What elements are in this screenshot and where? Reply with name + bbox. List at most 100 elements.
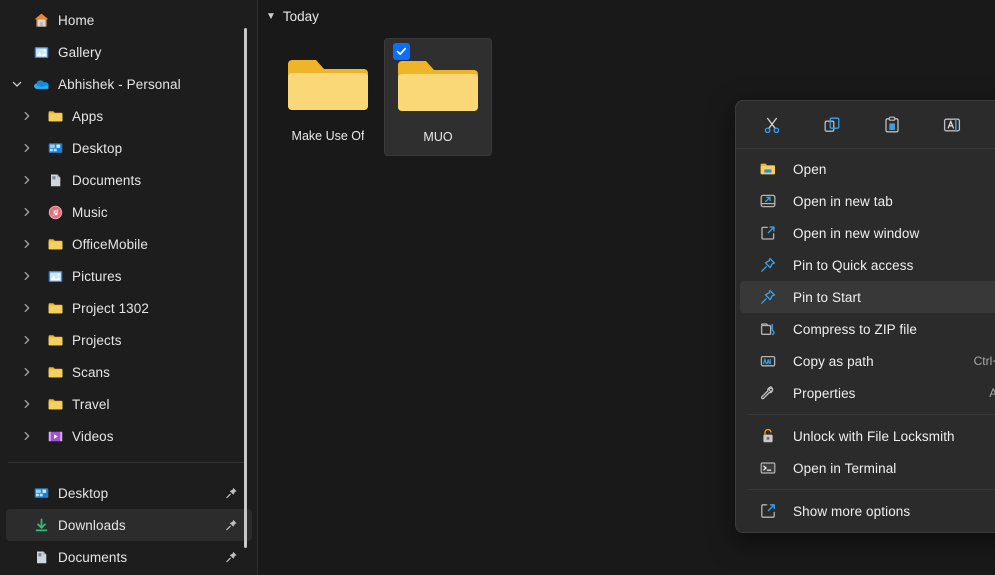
context-menu-separator xyxy=(748,414,995,415)
rename-button[interactable] xyxy=(932,108,972,142)
documents-icon xyxy=(42,172,68,189)
context-menu-item-label: Copy as path xyxy=(784,354,874,369)
chevron-right-icon[interactable] xyxy=(16,239,38,249)
context-menu-item-label: Open in new tab xyxy=(784,194,893,209)
context-menu-item-open[interactable]: OpenEnter xyxy=(740,153,995,185)
sidebar-item-desktop[interactable]: Desktop xyxy=(6,132,252,164)
folder-icon xyxy=(392,51,484,121)
desktop-icon xyxy=(42,140,68,157)
sidebar-item-label: Apps xyxy=(68,109,103,124)
sidebar-item-label: Projects xyxy=(68,333,122,348)
file-tile-label: MUO xyxy=(423,130,452,144)
context-menu-item-pin-to-quick-access[interactable]: Pin to Quick access xyxy=(740,249,995,281)
sidebar-item-documents[interactable]: Documents xyxy=(6,164,252,196)
sidebar-item-gallery[interactable]: Gallery xyxy=(6,36,252,68)
context-menu-item-compress-to-zip-file[interactable]: Compress to ZIP file xyxy=(740,313,995,345)
pin-icon[interactable] xyxy=(225,487,238,500)
chevron-right-icon[interactable] xyxy=(16,303,38,313)
chevron-right-icon[interactable] xyxy=(16,175,38,185)
sidebar-item-pictures[interactable]: Pictures xyxy=(6,260,252,292)
chevron-right-icon[interactable] xyxy=(16,367,38,377)
file-list-pane: ▼ Today Make Use Of MUO OpenEnter Open in … xyxy=(258,0,995,575)
sidebar-item-label: Documents xyxy=(68,173,141,188)
rename-icon xyxy=(942,115,962,135)
folder-icon xyxy=(42,108,68,125)
chevron-right-icon[interactable] xyxy=(16,271,38,281)
lock-icon xyxy=(752,427,784,445)
sidebar-item-apps[interactable]: Apps xyxy=(6,100,252,132)
context-menu-item-label: Open in Terminal xyxy=(784,461,896,476)
sidebar-pinned-item-label: Downloads xyxy=(54,518,126,533)
chevron-down-icon[interactable]: ▼ xyxy=(266,11,276,22)
chevron-right-icon[interactable] xyxy=(16,143,38,153)
file-tile[interactable]: MUO xyxy=(384,38,492,156)
sidebar-item-travel[interactable]: Travel xyxy=(6,388,252,420)
sidebar-item-label: OfficeMobile xyxy=(68,237,148,252)
chevron-right-icon[interactable] xyxy=(16,399,38,409)
context-menu-item-open-in-new-tab[interactable]: Open in new tab xyxy=(740,185,995,217)
sidebar-item-officemobile[interactable]: OfficeMobile xyxy=(6,228,252,260)
context-menu-items: OpenEnter Open in new tab Open in new wind… xyxy=(736,149,995,532)
folder-icon xyxy=(42,332,68,349)
sidebar-scrollbar-thumb[interactable] xyxy=(244,28,247,548)
home-icon xyxy=(28,12,54,29)
selection-checkbox[interactable] xyxy=(393,43,410,60)
new-window-icon xyxy=(752,224,784,242)
sidebar-item-abhishek-personal[interactable]: Abhishek - Personal xyxy=(6,68,252,100)
file-tile-label: Make Use Of xyxy=(292,129,365,143)
navigation-sidebar: Home Gallery Abhishek - Personal Apps Deskto… xyxy=(0,0,258,575)
sidebar-item-scans[interactable]: Scans xyxy=(6,356,252,388)
chevron-right-icon[interactable] xyxy=(16,335,38,345)
context-menu: OpenEnter Open in new tab Open in new wind… xyxy=(735,100,995,533)
context-menu-item-show-more-options[interactable]: Show more options xyxy=(740,495,995,527)
scissors-icon xyxy=(762,115,782,135)
context-menu-item-pin-to-start[interactable]: Pin to Start xyxy=(740,281,995,313)
context-menu-item-open-in-new-window[interactable]: Open in new window xyxy=(740,217,995,249)
sidebar-scrollbar[interactable] xyxy=(244,0,247,575)
pin-icon[interactable] xyxy=(225,551,238,564)
sidebar-item-label: Gallery xyxy=(54,45,101,60)
context-menu-item-label: Properties xyxy=(784,386,856,401)
folder-icon xyxy=(42,364,68,381)
chevron-right-icon[interactable] xyxy=(16,207,38,217)
chevron-right-icon[interactable] xyxy=(16,431,38,441)
context-menu-item-unlock-with-file-locksmith[interactable]: Unlock with File Locksmith xyxy=(740,420,995,452)
sidebar-pinned-list: Desktop Downloads Documents xyxy=(0,473,258,573)
music-icon xyxy=(42,204,68,221)
sidebar-pinned-item-downloads[interactable]: Downloads xyxy=(6,509,252,541)
paste-button[interactable] xyxy=(872,108,912,142)
chevron-right-icon[interactable] xyxy=(16,111,38,121)
sidebar-pinned-item-desktop[interactable]: Desktop xyxy=(6,477,252,509)
pin-icon[interactable] xyxy=(225,519,238,532)
sidebar-item-projects[interactable]: Projects xyxy=(6,324,252,356)
sidebar-item-home[interactable]: Home xyxy=(6,4,252,36)
pin-icon xyxy=(752,288,784,306)
chevron-down-icon[interactable] xyxy=(6,78,28,90)
context-menu-item-open-in-terminal[interactable]: Open in Terminal xyxy=(740,452,995,484)
sidebar-item-label: Travel xyxy=(68,397,110,412)
folder-icon xyxy=(42,236,68,253)
desktop-icon xyxy=(28,485,54,502)
sidebar-item-videos[interactable]: Videos xyxy=(6,420,252,452)
wrench-icon xyxy=(752,384,784,402)
group-header-today[interactable]: ▼ Today xyxy=(258,4,995,28)
sidebar-item-label: Home xyxy=(54,13,94,28)
sidebar-item-label: Abhishek - Personal xyxy=(54,77,181,92)
sidebar-item-label: Scans xyxy=(68,365,110,380)
file-explorer-window: Home Gallery Abhishek - Personal Apps Deskto… xyxy=(0,0,995,575)
context-menu-item-copy-as-path[interactable]: Copy as pathCtrl+Shift+C xyxy=(740,345,995,377)
sidebar-pinned-item-documents[interactable]: Documents xyxy=(6,541,252,573)
context-menu-item-properties[interactable]: PropertiesAlt+Enter xyxy=(740,377,995,409)
new-tab-icon xyxy=(752,192,784,210)
file-tile[interactable]: Make Use Of xyxy=(274,38,382,156)
sidebar-item-project-1302[interactable]: Project 1302 xyxy=(6,292,252,324)
sidebar-item-label: Pictures xyxy=(68,269,122,284)
context-menu-separator xyxy=(748,489,995,490)
sidebar-item-music[interactable]: Music xyxy=(6,196,252,228)
copy-icon xyxy=(822,115,842,135)
onedrive-icon xyxy=(28,76,54,93)
context-menu-item-label: Unlock with File Locksmith xyxy=(784,429,955,444)
sidebar-pinned-item-label: Documents xyxy=(54,550,127,565)
copy-button[interactable] xyxy=(812,108,852,142)
cut-button[interactable] xyxy=(752,108,792,142)
